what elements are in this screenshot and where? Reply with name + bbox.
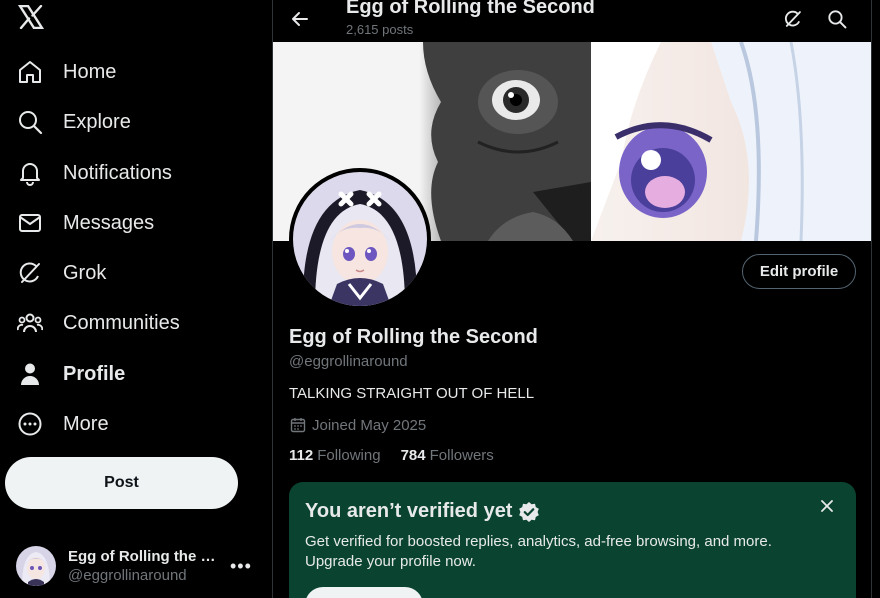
search-icon — [16, 108, 44, 136]
followers-count: 784 — [400, 447, 426, 464]
profile-display-name: Egg of Rolling the Second — [289, 326, 538, 348]
sidebar-item-label: More — [63, 412, 109, 435]
bell-icon — [16, 159, 44, 187]
sidebar-item-label: Messages — [63, 211, 155, 234]
sidebar-item-profile[interactable]: Profile — [16, 354, 125, 394]
page-title: Egg of Rolling the Second — [346, 0, 595, 18]
account-display-name: Egg of Rolling the S... — [68, 548, 218, 565]
verify-card-title: You aren’t verified yet — [305, 500, 540, 523]
get-verified-button[interactable] — [305, 587, 423, 598]
profile-header-bar: Egg of Rolling the Second 2,615 posts — [273, 0, 871, 42]
followers-link[interactable]: 784 Followers — [401, 447, 494, 464]
verification-prompt-card: You aren’t verified yet Get verified for… — [289, 482, 856, 598]
verify-card-title-text: You aren’t verified yet — [305, 500, 513, 522]
follow-stats: 112 Following 784 Followers — [289, 447, 514, 464]
calendar-icon — [289, 416, 307, 434]
envelope-icon — [16, 209, 44, 237]
back-button[interactable] — [285, 4, 315, 34]
home-icon — [16, 58, 44, 86]
profile-avatar[interactable] — [289, 168, 431, 310]
edit-profile-button[interactable]: Edit profile — [742, 254, 856, 289]
banner-image-right — [591, 42, 871, 241]
profile-joined: Joined May 2025 — [289, 416, 426, 434]
grok-icon — [16, 259, 44, 287]
account-switcher[interactable]: Egg of Rolling the S... @eggrollinaround… — [10, 537, 265, 595]
profile-bio: TALKING STRAIGHT OUT OF HELL — [289, 385, 535, 402]
more-dots-icon[interactable]: ••• — [230, 556, 252, 577]
avatar — [16, 546, 56, 586]
sidebar-item-communities[interactable]: Communities — [16, 303, 180, 343]
following-count: 112 — [289, 447, 314, 464]
joined-date: Joined May 2025 — [312, 416, 427, 434]
post-count: 2,615 posts — [346, 22, 414, 37]
x-logo-icon[interactable] — [14, 2, 48, 32]
people-icon — [16, 309, 44, 337]
sidebar-item-explore[interactable]: Explore — [16, 102, 131, 142]
sidebar-item-home[interactable]: Home — [16, 52, 116, 92]
person-icon — [16, 360, 44, 388]
sidebar-item-label: Notifications — [63, 161, 172, 184]
profile-column: Egg of Rolling the Second 2,615 posts Ed… — [272, 0, 872, 598]
sidebar-item-notifications[interactable]: Notifications — [16, 153, 172, 193]
sidebar: Home Explore Notifications Messages Grok… — [0, 0, 272, 598]
sidebar-item-label: Grok — [63, 261, 107, 284]
verified-badge-icon — [518, 501, 540, 523]
account-handle: @eggrollinaround — [68, 567, 187, 584]
sidebar-item-label: Communities — [63, 311, 180, 334]
following-link[interactable]: 112 Following — [289, 447, 381, 464]
close-icon[interactable] — [817, 496, 837, 516]
search-icon[interactable] — [822, 4, 852, 34]
grok-icon[interactable] — [778, 4, 808, 34]
arrow-left-icon — [292, 12, 308, 26]
sidebar-item-label: Explore — [63, 110, 131, 133]
more-circle-icon — [16, 410, 44, 438]
profile-handle: @eggrollinaround — [289, 353, 408, 370]
sidebar-item-label: Home — [63, 60, 117, 83]
following-label: Following — [317, 447, 381, 464]
sidebar-item-messages[interactable]: Messages — [16, 203, 154, 243]
verify-card-description: Get verified for boosted replies, analyt… — [305, 533, 772, 570]
sidebar-item-more[interactable]: More — [16, 404, 109, 444]
sidebar-item-label: Profile — [63, 362, 126, 385]
sidebar-item-grok[interactable]: Grok — [16, 253, 106, 293]
post-button[interactable]: Post — [5, 457, 238, 509]
followers-label: Followers — [429, 447, 494, 464]
